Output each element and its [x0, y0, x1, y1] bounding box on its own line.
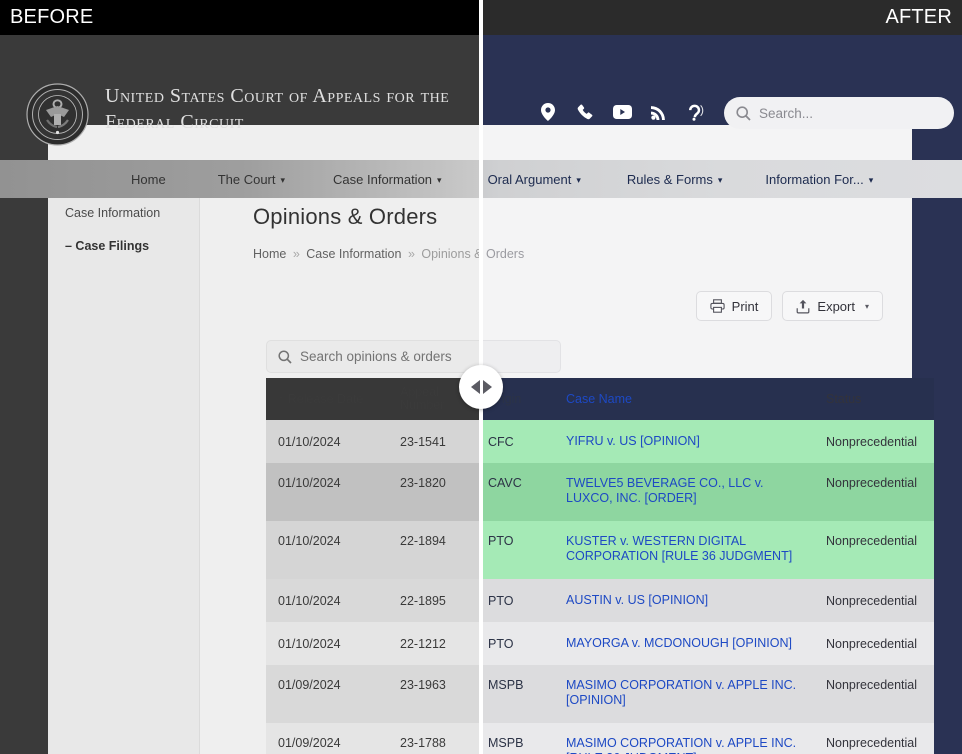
breadcrumb-home[interactable]: Home: [253, 247, 286, 261]
table-search-placeholder: Search opinions & orders: [300, 349, 452, 364]
printer-icon: [710, 299, 725, 313]
youtube-icon[interactable]: [612, 101, 632, 123]
triangle-left-icon: [471, 380, 480, 394]
nav-label: Oral Argument: [488, 172, 572, 187]
export-label: Export: [817, 299, 855, 314]
court-name-line1: United States Court of Appeals for the: [105, 85, 449, 107]
hearing-accessibility-icon[interactable]: [686, 101, 706, 123]
nav-item-rules-forms[interactable]: Rules & Forms ▾: [627, 160, 723, 198]
column-header-status[interactable]: Status: [814, 392, 934, 406]
cell-case-name-link[interactable]: MAYORGA v. MCDONOUGH [OPINION]: [554, 627, 814, 660]
table-actions: Print Export ▾: [696, 291, 883, 321]
cell-status: Nonprecedential: [814, 628, 934, 660]
phone-icon[interactable]: [575, 101, 595, 123]
print-button[interactable]: Print: [696, 291, 773, 321]
court-name: United States Court of Appeals for the F…: [105, 83, 535, 135]
secondary-sidebar: Case Information – Case Filings: [48, 198, 200, 754]
cell-origin: MSPB: [476, 723, 554, 754]
cell-status: Nonprecedential: [814, 426, 934, 458]
print-label: Print: [732, 299, 759, 314]
court-name-line2: Federal Circuit: [105, 109, 535, 135]
after-label: AFTER: [885, 0, 952, 35]
court-seal-icon: [26, 83, 89, 146]
triangle-right-icon: [483, 380, 492, 394]
cell-appeal-number: 22-1894: [388, 521, 476, 557]
cell-status: Nonprecedential: [814, 723, 934, 754]
chevron-down-icon: ▾: [437, 175, 442, 186]
before-label: BEFORE: [10, 0, 93, 35]
comparison-slider-handle[interactable]: [459, 365, 503, 409]
cell-case-name-link[interactable]: MASIMO CORPORATION v. APPLE INC. [OPINIO…: [554, 665, 814, 717]
nav-label: Home: [131, 172, 166, 187]
column-label: Release Date: [288, 392, 364, 406]
cell-case-name-link[interactable]: AUSTIN v. US [OPINION]: [554, 584, 814, 617]
cell-appeal-number: 23-1963: [388, 665, 476, 701]
cell-status: Nonprecedential: [814, 521, 934, 557]
nav-item-home[interactable]: Home: [131, 160, 166, 198]
cell-release-date: 01/10/2024: [266, 628, 388, 660]
nav-label: The Court: [218, 172, 276, 187]
cell-release-date: 01/09/2024: [266, 723, 388, 754]
location-pin-icon[interactable]: [538, 101, 558, 123]
cell-status: Nonprecedential: [814, 463, 934, 499]
cell-case-name-link[interactable]: YIFRU v. US [OPINION]: [554, 425, 814, 458]
nav-label: Information For...: [765, 172, 863, 187]
masthead-social-icons: [538, 101, 706, 123]
cell-appeal-number: 23-1788: [388, 723, 476, 754]
cell-case-name-link[interactable]: TWELVE5 BEVERAGE CO., LLC v. LUXCO, INC.…: [554, 463, 814, 515]
site-search-placeholder: Search...: [759, 106, 813, 121]
cell-origin: PTO: [476, 585, 554, 617]
search-icon: [278, 350, 292, 364]
cell-case-name-link[interactable]: MASIMO CORPORATION v. APPLE INC. [RULE 3…: [554, 723, 814, 754]
sidebar-item-case-filings[interactable]: – Case Filings: [65, 239, 149, 253]
sort-ascending-icon: ↑: [278, 392, 284, 406]
cell-release-date: 01/10/2024: [266, 426, 388, 458]
chevron-down-icon: ▾: [869, 175, 874, 186]
cell-origin: CFC: [476, 426, 554, 458]
nav-item-information-for[interactable]: Information For... ▾: [765, 160, 873, 198]
chevron-down-icon: ▾: [576, 175, 581, 186]
cell-origin: CAVC: [476, 463, 554, 499]
nav-item-case-information[interactable]: Case Information ▾: [333, 160, 442, 198]
column-label-line1: Appeal: [400, 385, 439, 399]
nav-label: Rules & Forms: [627, 172, 713, 187]
column-header-release-date[interactable]: ↑ Release Date: [266, 392, 388, 406]
chevron-down-icon: ▾: [718, 175, 723, 186]
cell-appeal-number: 22-1895: [388, 585, 476, 617]
column-label-line2: Number: [400, 398, 444, 412]
page-title: Opinions & Orders: [253, 204, 437, 230]
cell-appeal-number: 23-1541: [388, 426, 476, 458]
cell-release-date: 01/09/2024: [266, 665, 388, 701]
chevron-down-icon: ▾: [865, 302, 869, 311]
breadcrumb-separator: »: [293, 247, 300, 261]
cell-status: Nonprecedential: [814, 585, 934, 617]
nav-item-oral-argument[interactable]: Oral Argument ▾: [488, 160, 581, 198]
cell-release-date: 01/10/2024: [266, 521, 388, 557]
search-icon: [736, 106, 751, 121]
cell-case-name-link[interactable]: KUSTER v. WESTERN DIGITAL CORPORATION [R…: [554, 521, 814, 573]
rss-icon[interactable]: [649, 101, 669, 123]
cell-appeal-number: 23-1820: [388, 463, 476, 499]
cell-release-date: 01/10/2024: [266, 585, 388, 617]
nav-item-the-court[interactable]: The Court ▾: [218, 160, 285, 198]
cell-status: Nonprecedential: [814, 665, 934, 701]
sidebar-heading: Case Information: [65, 206, 160, 220]
upload-export-icon: [796, 299, 810, 314]
breadcrumb-separator: »: [408, 247, 415, 261]
breadcrumb-case-information[interactable]: Case Information: [306, 247, 401, 261]
comparison-slider-stage: United States Court of Appeals for the F…: [0, 0, 962, 754]
column-header-case-name[interactable]: Case Name: [554, 392, 814, 407]
cell-appeal-number: 22-1212: [388, 628, 476, 660]
cell-release-date: 01/10/2024: [266, 463, 388, 499]
export-button[interactable]: Export ▾: [782, 291, 883, 321]
cell-origin: PTO: [476, 521, 554, 557]
nav-label: Case Information: [333, 172, 432, 187]
cell-origin: PTO: [476, 628, 554, 660]
cell-origin: MSPB: [476, 665, 554, 701]
chevron-down-icon: ▾: [281, 175, 286, 186]
site-search-box[interactable]: Search...: [724, 97, 954, 129]
